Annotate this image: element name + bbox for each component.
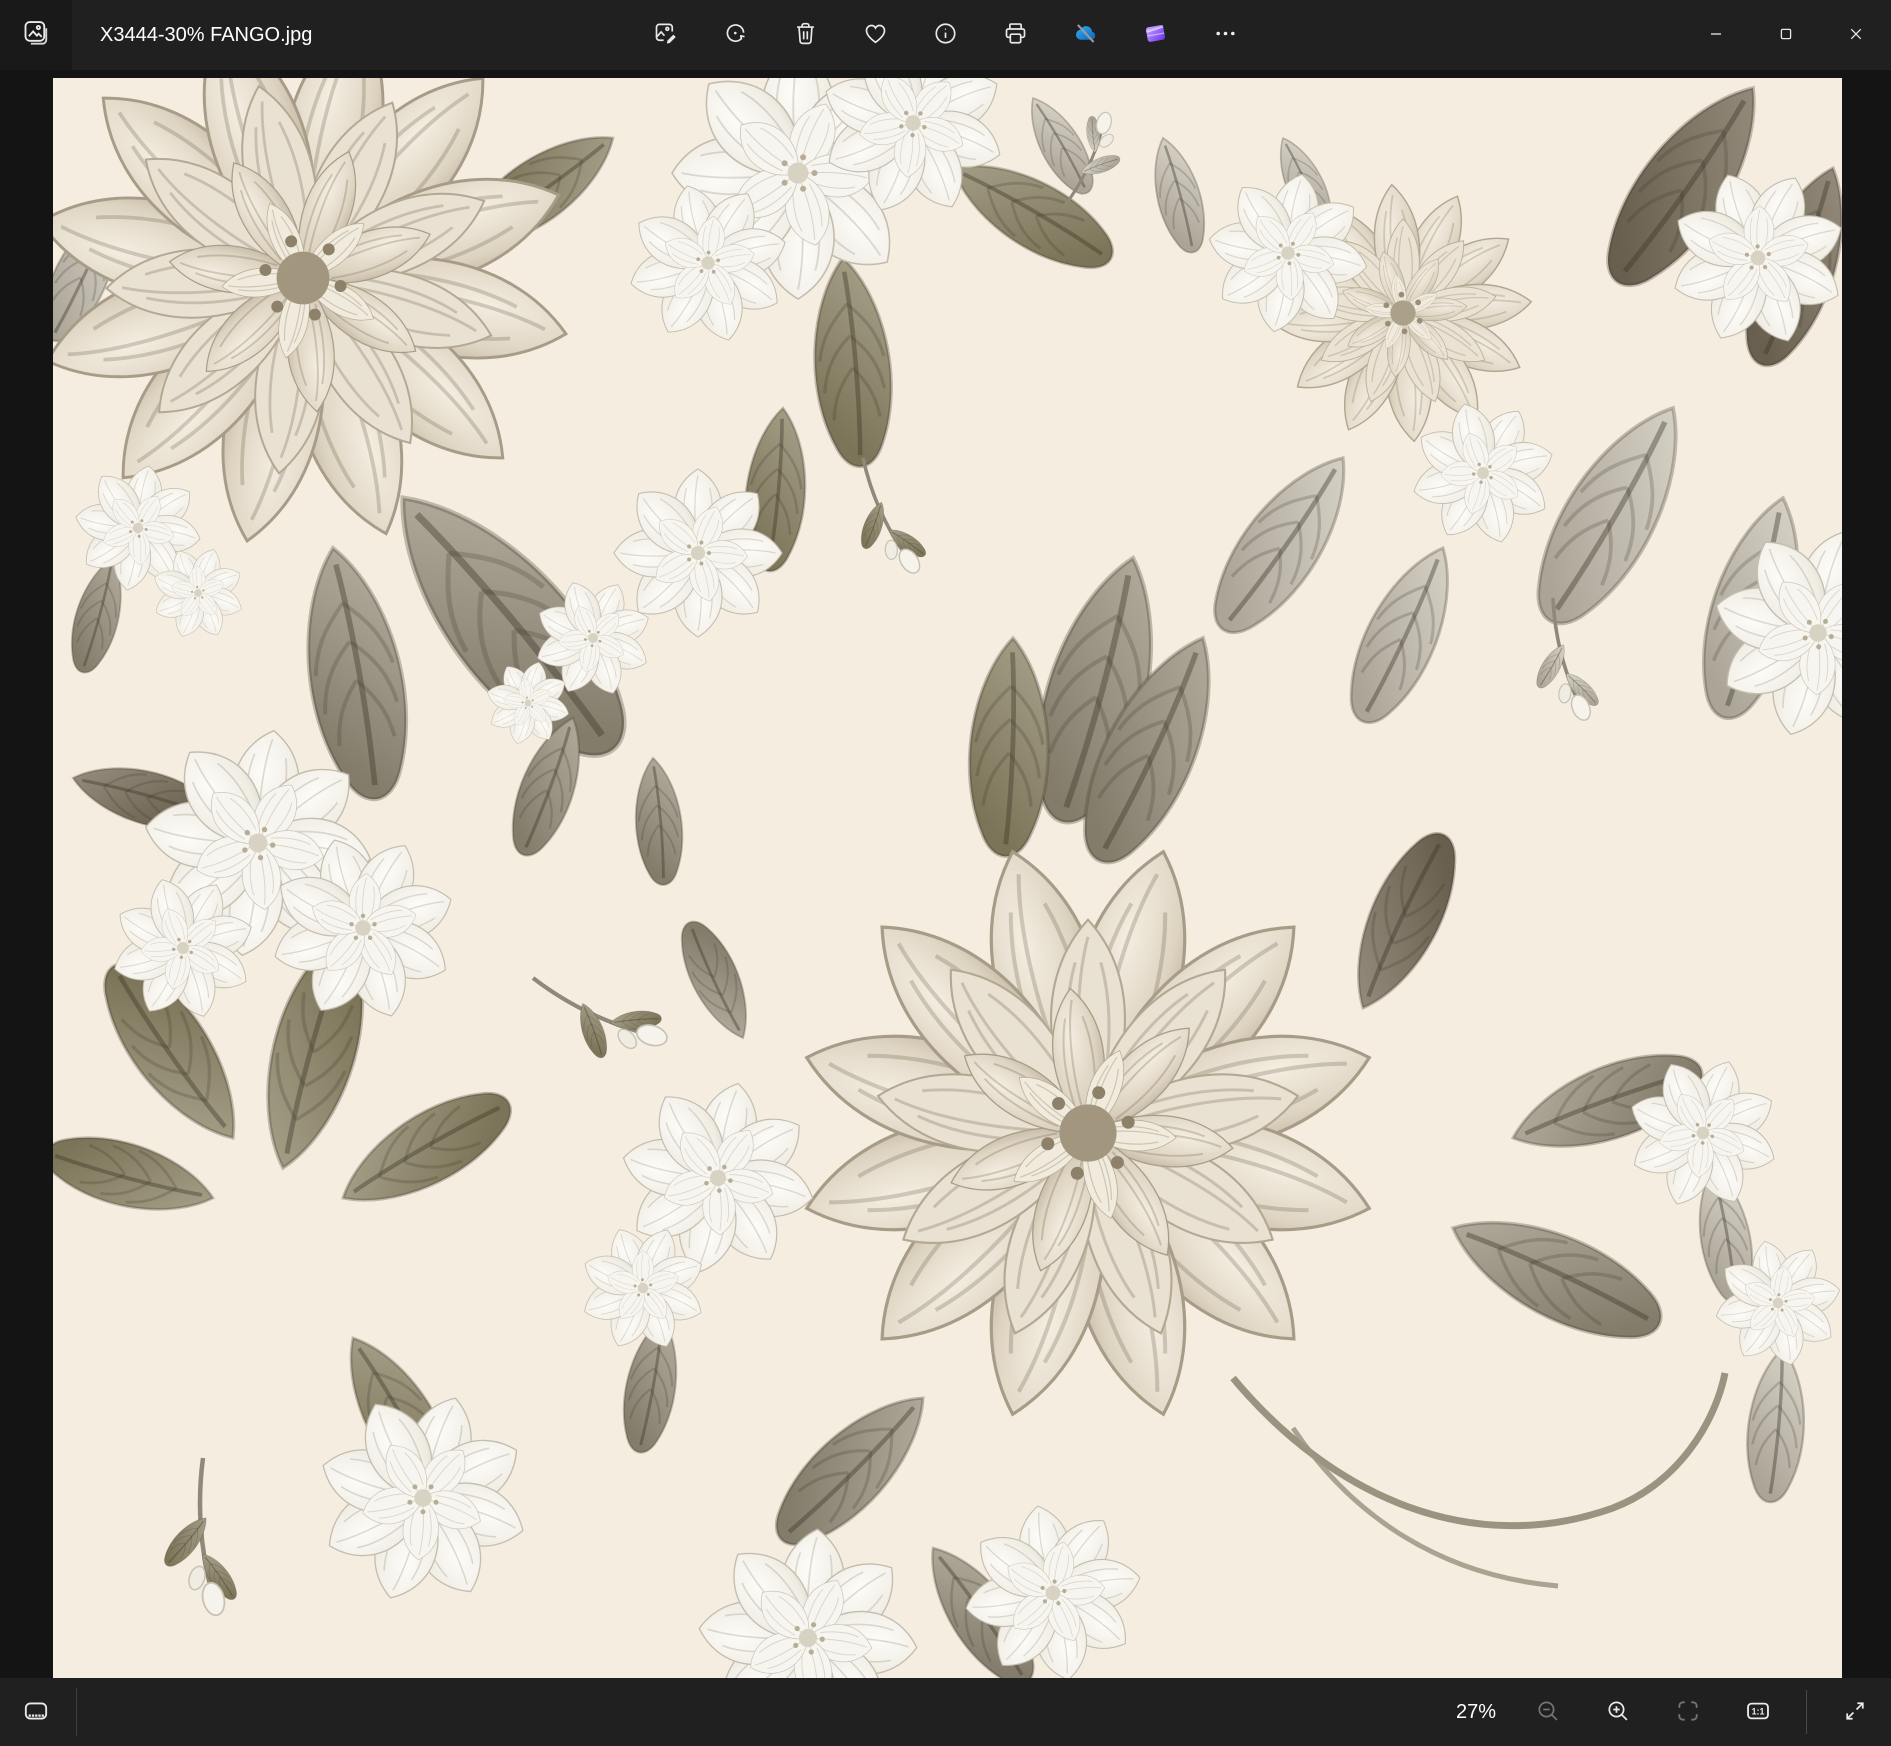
onedrive-button[interactable] xyxy=(1062,11,1110,59)
filmstrip-button[interactable] xyxy=(14,1690,58,1734)
photo-canvas[interactable] xyxy=(53,78,1842,1678)
photo-toolbar xyxy=(642,0,1250,70)
zoom-in-icon xyxy=(1605,1698,1631,1727)
titlebar: X3444-30% FANGO.jpg xyxy=(0,0,1891,70)
edit-image-icon xyxy=(652,20,679,50)
clipchamp-icon xyxy=(1142,20,1169,50)
photos-app-icon xyxy=(21,18,51,53)
statusbar-divider-right xyxy=(1806,1690,1807,1734)
delete-button[interactable] xyxy=(782,11,830,59)
close-icon xyxy=(1845,23,1867,48)
zoom-controls: 27% xyxy=(1456,1690,1877,1734)
fullscreen-button[interactable] xyxy=(1833,1690,1877,1734)
window-title: X3444-30% FANGO.jpg xyxy=(100,0,312,70)
close-button[interactable] xyxy=(1821,0,1891,70)
favorite-button[interactable] xyxy=(852,11,900,59)
maximize-icon xyxy=(1775,23,1797,48)
window-controls xyxy=(1681,0,1891,70)
onedrive-unavailable-icon xyxy=(1072,20,1099,50)
actual-size-button[interactable]: 1:1 xyxy=(1736,1690,1780,1734)
print-icon xyxy=(1002,20,1029,50)
fit-to-window-button[interactable] xyxy=(1666,1690,1710,1734)
minimize-button[interactable] xyxy=(1681,0,1751,70)
svg-text:1:1: 1:1 xyxy=(1752,1706,1765,1716)
trash-icon xyxy=(792,20,819,50)
actual-size-icon: 1:1 xyxy=(1745,1698,1771,1727)
statusbar: 27% xyxy=(0,1678,1891,1746)
print-button[interactable] xyxy=(992,11,1040,59)
zoom-in-button[interactable] xyxy=(1596,1690,1640,1734)
fit-to-window-icon xyxy=(1675,1698,1701,1727)
statusbar-divider-left xyxy=(76,1688,77,1736)
info-icon xyxy=(932,20,959,50)
see-more-icon xyxy=(1212,20,1239,50)
info-button[interactable] xyxy=(922,11,970,59)
app-strip[interactable] xyxy=(0,0,72,70)
floral-pattern-image xyxy=(53,78,1842,1678)
minimize-icon xyxy=(1705,23,1727,48)
maximize-button[interactable] xyxy=(1751,0,1821,70)
zoom-out-icon xyxy=(1535,1698,1561,1727)
rotate-button[interactable] xyxy=(712,11,760,59)
fullscreen-icon xyxy=(1842,1698,1868,1727)
filmstrip-icon xyxy=(23,1698,49,1727)
edit-image-button[interactable] xyxy=(642,11,690,59)
heart-icon xyxy=(862,20,889,50)
see-more-button[interactable] xyxy=(1202,11,1250,59)
rotate-icon xyxy=(722,20,749,50)
zoom-out-button[interactable] xyxy=(1526,1690,1570,1734)
zoom-level: 27% xyxy=(1456,1701,1496,1724)
clipchamp-button[interactable] xyxy=(1132,11,1180,59)
